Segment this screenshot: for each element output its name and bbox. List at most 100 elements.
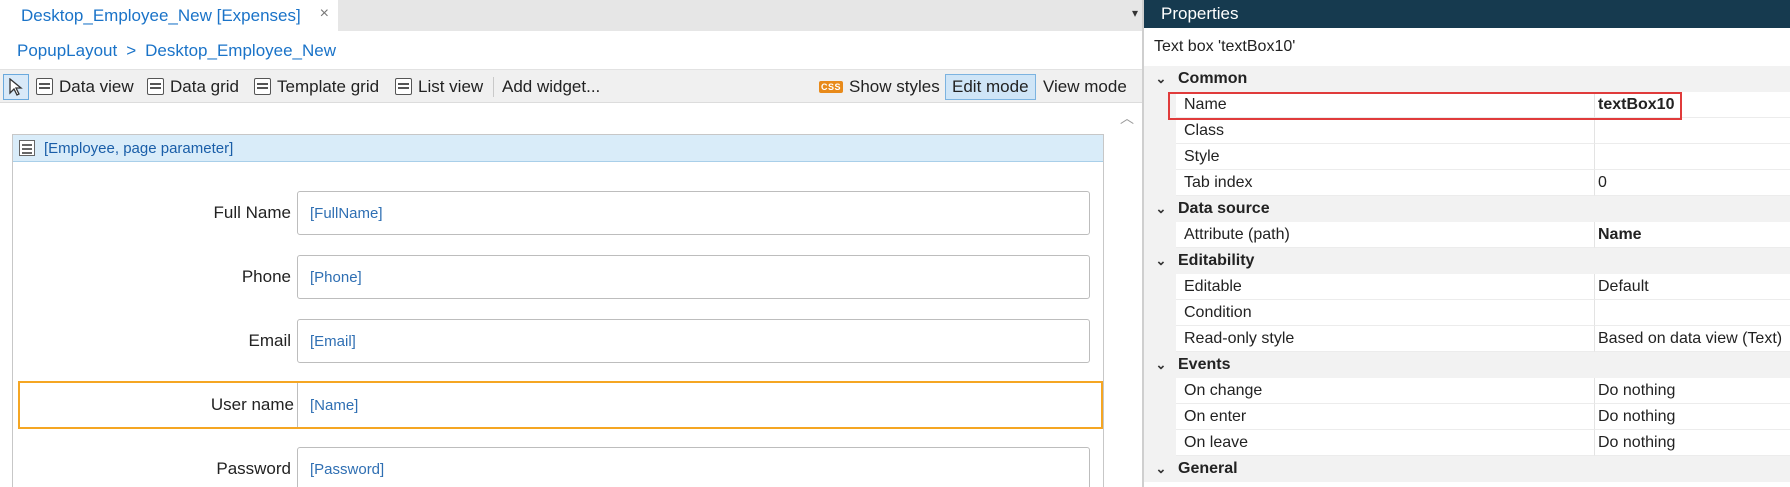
property-value[interactable]: Do nothing	[1595, 430, 1790, 456]
property-row-on-leave[interactable]: On leave Do nothing	[1144, 430, 1790, 456]
properties-title: Properties	[1161, 4, 1239, 23]
grid-gutter	[1144, 144, 1176, 170]
form-row-email[interactable]: Email [Email]	[13, 319, 1105, 363]
property-value[interactable]	[1595, 144, 1790, 170]
form-row-phone[interactable]: Phone [Phone]	[13, 255, 1105, 299]
category-label: Data source	[1178, 200, 1270, 217]
property-row-style[interactable]: Style	[1144, 144, 1790, 170]
textbox-value: [Phone]	[310, 268, 362, 286]
chevron-down-icon[interactable]: ⌄	[1144, 201, 1178, 217]
textbox-name[interactable]: [Name]	[297, 383, 1090, 427]
textbox-value: [Email]	[310, 332, 356, 350]
category-events[interactable]: ⌄ Events	[1144, 352, 1790, 378]
document-tab-title: Desktop_Employee_New [Expenses]	[21, 5, 301, 25]
form-row-user-name-selected[interactable]: User name [Name]	[18, 381, 1103, 429]
category-label: Events	[1178, 356, 1231, 373]
property-row-attribute-path[interactable]: Attribute (path) Name	[1144, 222, 1790, 248]
breadcrumb-page[interactable]: Desktop_Employee_New	[145, 41, 336, 61]
grid-gutter	[1144, 430, 1176, 456]
category-data-source[interactable]: ⌄ Data source	[1144, 196, 1790, 222]
form-row-password[interactable]: Password [Password]	[13, 447, 1105, 487]
edit-mode-button[interactable]: Edit mode	[945, 74, 1036, 100]
property-value[interactable]: Do nothing	[1595, 404, 1790, 430]
property-row-name[interactable]: Name textBox10	[1144, 92, 1790, 118]
textbox-email[interactable]: [Email]	[297, 319, 1090, 363]
chevron-down-icon[interactable]: ⌄	[1144, 71, 1178, 87]
data-view-button[interactable]: Data view	[36, 70, 134, 103]
textbox-password[interactable]: [Password]	[297, 447, 1090, 487]
property-name: Read-only style	[1176, 326, 1595, 352]
grid-gutter	[1144, 404, 1176, 430]
property-value[interactable]: Based on data view (Text)	[1595, 326, 1790, 352]
property-name: Attribute (path)	[1176, 222, 1595, 248]
grid-gutter	[1144, 92, 1176, 118]
field-label: Full Name	[213, 203, 291, 222]
property-value[interactable]: Do nothing	[1595, 378, 1790, 404]
close-icon[interactable]: ×	[320, 5, 329, 23]
grid-gutter	[1144, 326, 1176, 352]
document-tab[interactable]: Desktop_Employee_New [Expenses] ×	[0, 0, 338, 31]
list-view-label: List view	[418, 76, 484, 96]
field-label: Email	[248, 331, 291, 350]
field-label: User name	[210, 395, 294, 414]
data-view-widget[interactable]: [Employee, page parameter] Full Name [Fu…	[12, 134, 1104, 487]
tab-list-dropdown-icon[interactable]: ▾	[1132, 6, 1138, 20]
data-grid-label: Data grid	[170, 76, 239, 96]
toolbar-divider	[493, 77, 494, 97]
property-row-editable[interactable]: Editable Default	[1144, 274, 1790, 300]
grid-gutter	[1144, 300, 1176, 326]
property-name: Class	[1176, 118, 1595, 144]
category-editability[interactable]: ⌄ Editability	[1144, 248, 1790, 274]
properties-pane: Properties Text box 'textBox10' ⌄ Common…	[1144, 0, 1790, 487]
property-name: On enter	[1176, 404, 1595, 430]
data-grid-button[interactable]: Data grid	[147, 70, 239, 103]
show-styles-button[interactable]: CSS Show styles	[819, 70, 940, 103]
chevron-down-icon[interactable]: ⌄	[1144, 461, 1178, 477]
property-value[interactable]	[1595, 118, 1790, 144]
chevron-down-icon[interactable]: ⌄	[1144, 357, 1178, 373]
data-view-icon	[36, 78, 53, 95]
property-row-tab-index[interactable]: Tab index 0	[1144, 170, 1790, 196]
property-value[interactable]: 0	[1595, 170, 1790, 196]
property-value[interactable]: Name	[1595, 222, 1790, 248]
textbox-fullname[interactable]: [FullName]	[297, 191, 1090, 235]
page-editor: Desktop_Employee_New [Expenses] × ▾ Popu…	[0, 0, 1142, 487]
list-view-button[interactable]: List view	[395, 70, 483, 103]
pointer-icon	[9, 78, 23, 96]
property-value[interactable]	[1595, 300, 1790, 326]
textbox-value: [Name]	[310, 396, 359, 414]
template-grid-label: Template grid	[277, 76, 380, 96]
category-common[interactable]: ⌄ Common	[1144, 66, 1790, 92]
data-view-header[interactable]: [Employee, page parameter]	[13, 135, 1103, 162]
select-pointer-button[interactable]	[3, 74, 29, 100]
category-label: Common	[1178, 70, 1248, 87]
page-canvas[interactable]: ︿ [Employee, page parameter] Full Name […	[0, 104, 1142, 487]
view-mode-button[interactable]: View mode	[1043, 70, 1127, 103]
breadcrumb: PopupLayout > Desktop_Employee_New	[17, 41, 336, 61]
property-row-on-enter[interactable]: On enter Do nothing	[1144, 404, 1790, 430]
property-row-on-change[interactable]: On change Do nothing	[1144, 378, 1790, 404]
property-value[interactable]: textBox10	[1595, 92, 1790, 118]
textbox-value: [FullName]	[310, 204, 383, 222]
form-row-full-name[interactable]: Full Name [FullName]	[13, 191, 1105, 235]
textbox-phone[interactable]: [Phone]	[297, 255, 1090, 299]
scroll-up-icon[interactable]: ︿	[1120, 108, 1134, 128]
template-grid-icon	[254, 78, 271, 95]
category-general[interactable]: ⌄ General	[1144, 456, 1790, 482]
breadcrumb-layout[interactable]: PopupLayout	[17, 41, 117, 61]
property-value[interactable]: Default	[1595, 274, 1790, 300]
property-row-class[interactable]: Class	[1144, 118, 1790, 144]
category-label: Editability	[1178, 252, 1255, 269]
property-row-condition[interactable]: Condition	[1144, 300, 1790, 326]
chevron-down-icon[interactable]: ⌄	[1144, 253, 1178, 269]
edit-mode-label: Edit mode	[952, 77, 1029, 96]
grid-gutter	[1144, 378, 1176, 404]
property-name: On leave	[1176, 430, 1595, 456]
property-name: Editable	[1176, 274, 1595, 300]
add-widget-button[interactable]: Add widget...	[502, 70, 600, 103]
property-name: Tab index	[1176, 170, 1595, 196]
document-tab-bar: Desktop_Employee_New [Expenses] × ▾	[0, 0, 1142, 31]
template-grid-button[interactable]: Template grid	[254, 70, 379, 103]
data-grid-icon	[147, 78, 164, 95]
property-row-read-only-style[interactable]: Read-only style Based on data view (Text…	[1144, 326, 1790, 352]
